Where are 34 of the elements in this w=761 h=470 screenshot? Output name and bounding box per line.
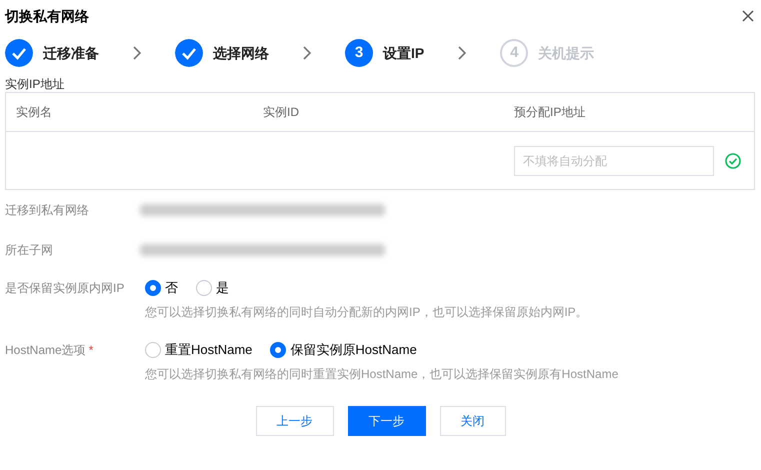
close-icon[interactable] [742, 10, 754, 22]
radio-label[interactable]: 是 [216, 278, 229, 298]
column-header: 预分配IP地址 [514, 104, 586, 121]
chevron-icon [303, 46, 311, 60]
radio-button[interactable] [145, 342, 161, 358]
radio-button[interactable] [196, 280, 212, 296]
step-label: 设置IP [383, 44, 424, 62]
step-label: 选择网络 [213, 44, 269, 62]
radio-button[interactable] [145, 280, 161, 296]
dialog-title: 切换私有网络 [5, 6, 89, 26]
chevron-icon [133, 46, 141, 60]
hint-text: 您可以选择切换私有网络的同时自动分配新的内网IP，也可以选择保留原始内网IP。 [145, 304, 589, 321]
field-label: 迁移到私有网络 [5, 202, 90, 219]
section-label: 实例IP地址 [5, 77, 66, 91]
radio-label[interactable]: 否 [165, 278, 178, 298]
radio-label[interactable]: 重置HostName [165, 340, 252, 360]
step-number: 4 [500, 39, 528, 67]
step-number: 3 [345, 39, 373, 67]
column-header: 实例ID [263, 104, 300, 121]
dialog-button[interactable]: 下一步 [348, 406, 426, 436]
radio-button[interactable] [270, 342, 286, 358]
radio-label[interactable]: 保留实例原HostName [290, 340, 417, 360]
step-label: 迁移准备 [43, 44, 99, 62]
dialog-button[interactable]: 上一步 [256, 406, 334, 436]
hint-text: 您可以选择切换私有网络的同时重置实例HostName，也可以选择保留实例原有HostName [145, 366, 620, 383]
required-asterisk: * [88, 342, 94, 359]
chevron-icon [458, 46, 466, 60]
step-label: 关机提示 [538, 44, 594, 62]
field-label: HostName选项 [5, 342, 86, 359]
ip-input-field[interactable]: 不填将自动分配 [514, 146, 714, 176]
column-header: 实例名 [16, 104, 53, 121]
field-label: 是否保留实例原内网IP [5, 280, 124, 297]
dialog-button[interactable]: 关闭 [440, 406, 506, 436]
field-label: 所在子网 [5, 242, 54, 259]
